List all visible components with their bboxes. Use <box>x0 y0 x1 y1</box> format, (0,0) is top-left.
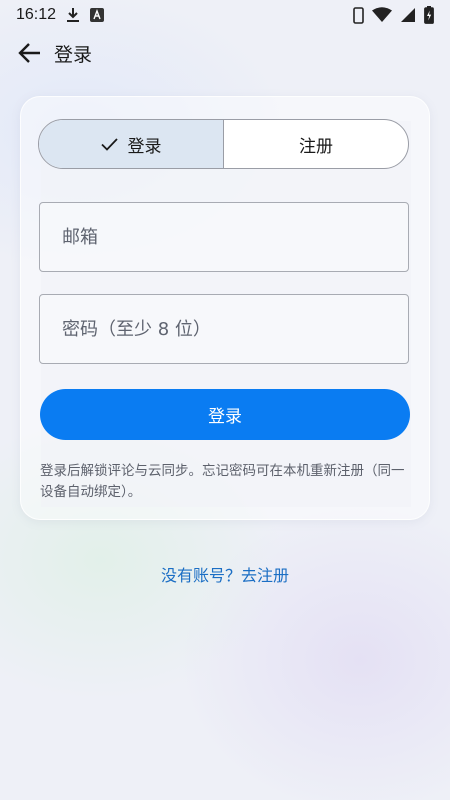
back-button[interactable] <box>16 39 44 67</box>
download-icon <box>66 7 80 23</box>
wifi-icon <box>372 7 392 23</box>
tab-login-label: 登录 <box>127 136 162 157</box>
status-bar: 16:12 <box>0 0 450 30</box>
password-field[interactable] <box>39 294 409 364</box>
arrow-left-icon <box>18 42 42 64</box>
email-field[interactable] <box>39 202 409 272</box>
check-icon <box>100 137 118 151</box>
app-bar: 登录 <box>0 30 450 76</box>
login-hint-text: 登录后解锁评论与云同步。忘记密码可在本机重新注册（同一设备自动绑定）。 <box>40 463 405 500</box>
status-time: 16:12 <box>16 6 57 23</box>
a-badge-icon <box>90 8 105 22</box>
signal-icon <box>400 7 416 23</box>
login-button[interactable]: 登录 <box>40 389 410 440</box>
tab-register-label: 注册 <box>299 136 333 157</box>
register-link[interactable]: 没有账号？去注册 <box>0 562 450 586</box>
status-left: 16:12 <box>16 6 105 24</box>
phone-icon <box>353 6 364 24</box>
auth-mode-tabs: 登录 注册 <box>38 119 409 169</box>
battery-charging-icon <box>424 6 434 24</box>
status-right <box>353 6 434 24</box>
page-title: 登录 <box>54 43 93 66</box>
tab-login[interactable]: 登录 <box>39 120 224 168</box>
tab-register[interactable]: 注册 <box>224 120 408 168</box>
